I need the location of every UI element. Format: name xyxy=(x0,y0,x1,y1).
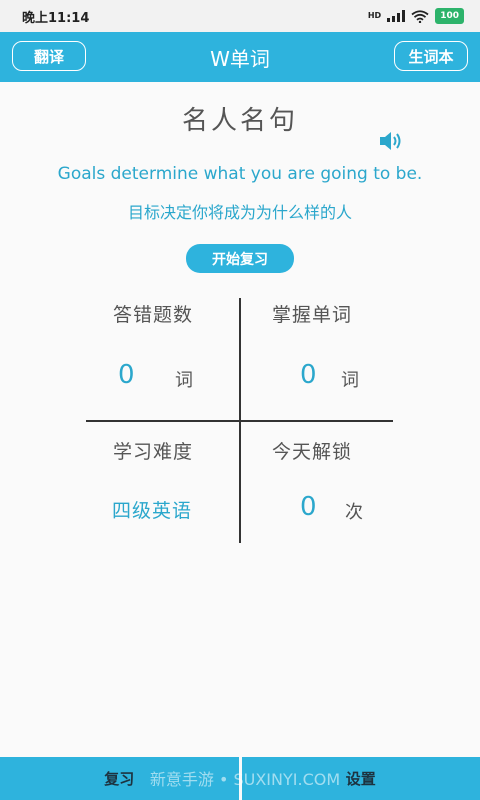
start-review-button[interactable]: 开始复习 xyxy=(186,244,294,273)
app-title: W单词 xyxy=(210,46,270,71)
quote-english: Goals determine what you are going to be… xyxy=(57,164,423,184)
quote-heading: 名人名句 xyxy=(181,106,298,136)
difficulty-label: 学习难度 xyxy=(113,441,194,463)
grid-divider-horizontal xyxy=(86,420,393,422)
review-tab-button[interactable]: 复习 xyxy=(0,757,239,800)
unlock-today-unit: 次 xyxy=(345,502,363,523)
unlock-today-value: 0 xyxy=(300,492,317,522)
wrong-count-value: 0 xyxy=(118,360,135,390)
mastered-words-label: 掌握单词 xyxy=(272,304,353,326)
status-bar: 晚上11:14 HD 100 xyxy=(0,0,480,32)
wrong-count-unit: 词 xyxy=(175,370,193,391)
hd-icon: HD xyxy=(367,11,382,20)
app-bar: 翻译 W单词 生词本 xyxy=(0,32,480,82)
unlock-today-label: 今天解锁 xyxy=(272,441,353,463)
speaker-icon[interactable] xyxy=(378,130,404,152)
settings-tab-button[interactable]: 设置 xyxy=(241,757,480,800)
wrong-count-label: 答错题数 xyxy=(113,304,194,326)
mastered-words-unit: 词 xyxy=(341,370,359,391)
battery-icon: 100 xyxy=(435,8,464,24)
difficulty-value[interactable]: 四级英语 xyxy=(112,496,192,523)
translate-button[interactable]: 翻译 xyxy=(12,41,86,71)
status-icons: HD 100 xyxy=(368,8,464,24)
wifi-icon xyxy=(411,9,429,23)
signal-icon xyxy=(387,10,406,22)
quote-chinese: 目标决定你将成为为什么样的人 xyxy=(127,203,352,222)
vocab-book-button[interactable]: 生词本 xyxy=(394,41,468,71)
status-time: 晚上11:14 xyxy=(22,10,90,26)
mastered-words-value: 0 xyxy=(300,360,317,390)
bottom-nav: 复习 设置 xyxy=(0,757,480,800)
